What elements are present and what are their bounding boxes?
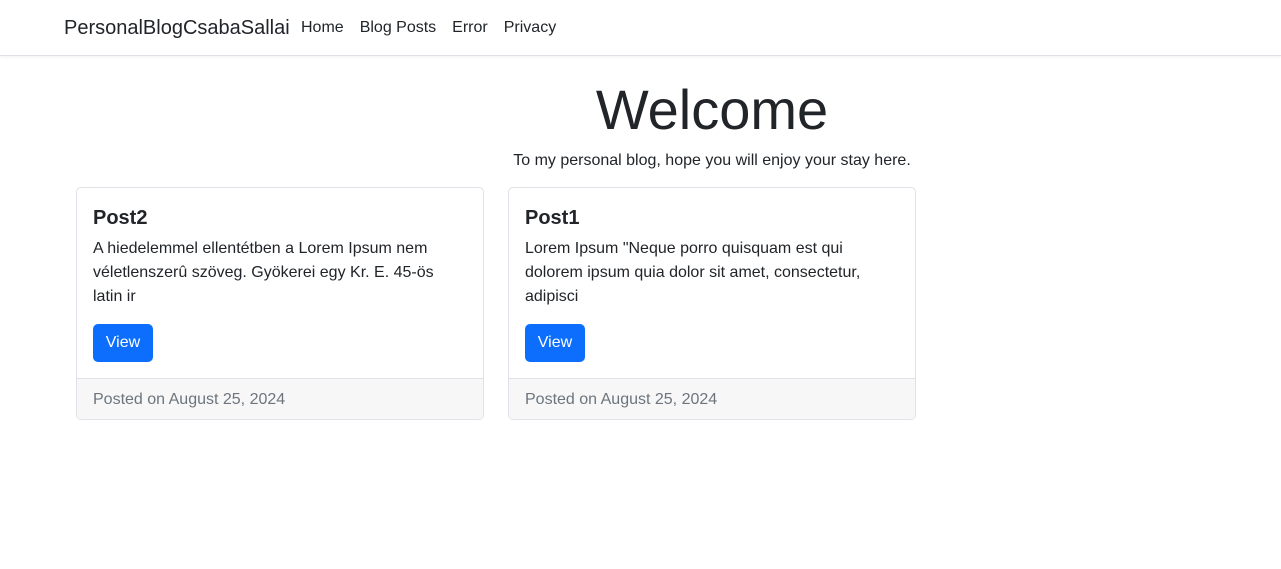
navbar: PersonalBlogCsabaSallai Home Blog Posts … — [0, 0, 1281, 56]
hero: Welcome To my personal blog, hope you wi… — [412, 78, 1012, 171]
card-footer: Posted on August 25, 2024 — [509, 378, 915, 419]
nav-link-blog-posts[interactable]: Blog Posts — [360, 18, 436, 38]
nav-link-home[interactable]: Home — [301, 18, 344, 38]
page-subtitle: To my personal blog, hope you will enjoy… — [513, 152, 911, 169]
nav-links: Home Blog Posts Error Privacy — [301, 18, 572, 38]
post-excerpt: A hiedelemmel ellentétben a Lorem Ipsum … — [93, 240, 434, 305]
view-post-button[interactable]: View — [525, 324, 585, 362]
post-date: Posted on August 25, 2024 — [525, 391, 718, 408]
nav-link-error[interactable]: Error — [452, 18, 488, 38]
brand-link[interactable]: PersonalBlogCsabaSallai — [64, 16, 290, 40]
post-title: Post2 — [93, 207, 148, 229]
card-footer: Posted on August 25, 2024 — [77, 378, 483, 419]
page-title: Welcome — [595, 78, 829, 141]
nav-link-privacy[interactable]: Privacy — [504, 18, 556, 38]
post-card: Post2 A hiedelemmel ellentétben a Lorem … — [76, 187, 484, 420]
post-title: Post1 — [525, 207, 580, 229]
card-body: Post2 A hiedelemmel ellentétben a Lorem … — [93, 205, 467, 309]
post-card: Post1 Lorem Ipsum "Neque porro quisquam … — [508, 187, 916, 420]
view-post-button[interactable]: View — [93, 324, 153, 362]
card-body: Post1 Lorem Ipsum "Neque porro quisquam … — [525, 205, 899, 309]
post-excerpt: Lorem Ipsum "Neque porro quisquam est qu… — [525, 240, 861, 305]
post-date: Posted on August 25, 2024 — [93, 391, 286, 408]
